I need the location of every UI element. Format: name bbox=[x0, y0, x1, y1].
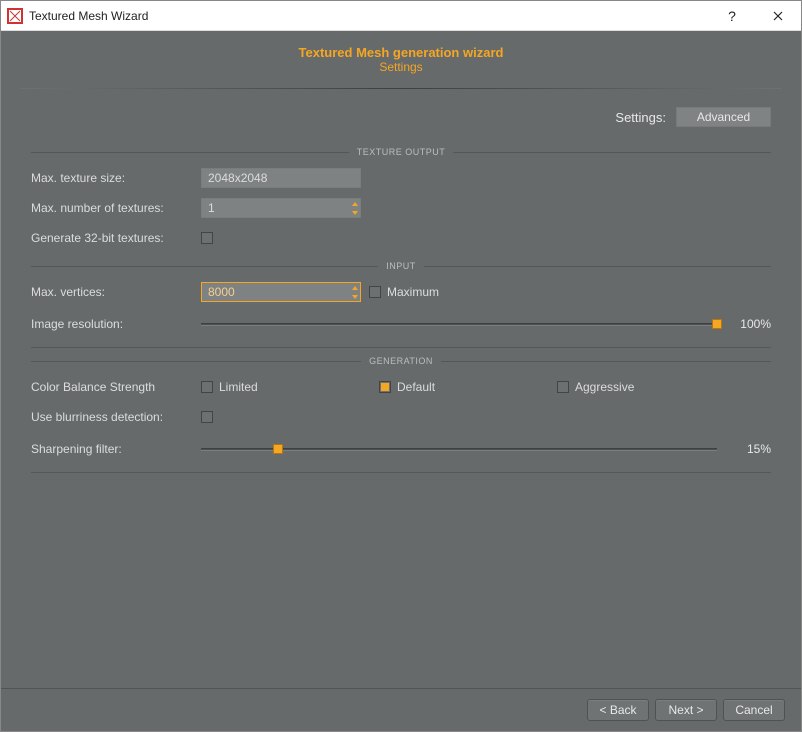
label-gen-32bit: Generate 32-bit textures: bbox=[31, 231, 201, 245]
titlebar: Textured Mesh Wizard ? bbox=[1, 1, 801, 31]
section-generation: GENERATION Color Balance Strength Limite… bbox=[31, 356, 771, 473]
option-aggressive[interactable]: Aggressive bbox=[557, 380, 727, 394]
section-texture-output: TEXTURE OUTPUT Max. texture size: 2048x2… bbox=[31, 147, 771, 253]
label-image-resolution: Image resolution: bbox=[31, 317, 201, 331]
slider-handle[interactable] bbox=[712, 319, 722, 329]
page-header: Textured Mesh generation wizard Settings bbox=[1, 31, 801, 82]
page-title: Textured Mesh generation wizard bbox=[1, 45, 801, 60]
section-header: INPUT bbox=[31, 261, 771, 271]
help-button[interactable]: ? bbox=[709, 1, 755, 31]
settings-mode-row: Settings: Advanced bbox=[31, 89, 771, 139]
label-color-balance: Color Balance Strength bbox=[31, 380, 201, 394]
section-title-text: INPUT bbox=[386, 261, 416, 271]
close-button[interactable] bbox=[755, 1, 801, 31]
checkbox-maximum[interactable] bbox=[369, 286, 381, 298]
spinner-arrows[interactable] bbox=[349, 198, 361, 218]
row-image-resolution: Image resolution: 100% bbox=[31, 307, 771, 341]
section-input: INPUT Max. vertices: 8000 bbox=[31, 261, 771, 348]
settings-mode-value: Advanced bbox=[697, 110, 750, 124]
client-area: Textured Mesh generation wizard Settings… bbox=[1, 31, 801, 731]
spinner-max-vertices[interactable]: 8000 bbox=[201, 282, 361, 302]
section-title-text: TEXTURE OUTPUT bbox=[357, 147, 446, 157]
settings-mode-dropdown[interactable]: Advanced bbox=[676, 107, 771, 127]
next-button[interactable]: Next > bbox=[655, 699, 717, 721]
label-maximum: Maximum bbox=[387, 285, 439, 299]
row-blurriness: Use blurriness detection: bbox=[31, 402, 771, 432]
form-body: Settings: Advanced TEXTURE OUTPUT Max. t… bbox=[1, 89, 801, 688]
checkbox-gen-32bit[interactable] bbox=[201, 232, 213, 244]
label-blurriness: Use blurriness detection: bbox=[31, 410, 201, 424]
slider-handle[interactable] bbox=[273, 444, 283, 454]
checkbox-icon bbox=[201, 381, 213, 393]
label-sharpening: Sharpening filter: bbox=[31, 442, 201, 456]
settings-label: Settings: bbox=[615, 110, 666, 125]
app-icon bbox=[7, 8, 23, 24]
row-max-textures: Max. number of textures: 1 bbox=[31, 193, 771, 223]
page-subtitle: Settings bbox=[1, 60, 801, 74]
value-sharpening: 15% bbox=[717, 442, 771, 456]
section-header: GENERATION bbox=[31, 356, 771, 366]
checkbox-icon bbox=[557, 381, 569, 393]
spinner-max-textures[interactable]: 1 bbox=[201, 198, 361, 218]
footer: < Back Next > Cancel bbox=[1, 688, 801, 731]
back-button[interactable]: < Back bbox=[587, 699, 649, 721]
row-sharpening: Sharpening filter: 15% bbox=[31, 432, 771, 466]
slider-sharpening[interactable] bbox=[201, 441, 717, 457]
input-max-texture-size[interactable]: 2048x2048 bbox=[201, 168, 361, 188]
row-max-texture-size: Max. texture size: 2048x2048 bbox=[31, 163, 771, 193]
spinner-arrows[interactable] bbox=[349, 282, 361, 302]
label-max-texture-size: Max. texture size: bbox=[31, 171, 201, 185]
window-title: Textured Mesh Wizard bbox=[29, 9, 709, 23]
checkbox-icon bbox=[379, 381, 391, 393]
label-max-vertices: Max. vertices: bbox=[31, 285, 201, 299]
cancel-button[interactable]: Cancel bbox=[723, 699, 785, 721]
row-color-balance: Color Balance Strength Limited Default bbox=[31, 372, 771, 402]
label-max-textures: Max. number of textures: bbox=[31, 201, 201, 215]
section-title-text: GENERATION bbox=[369, 356, 433, 366]
wizard-window: Textured Mesh Wizard ? Textured Mesh gen… bbox=[0, 0, 802, 732]
row-max-vertices: Max. vertices: 8000 Maximum bbox=[31, 277, 771, 307]
option-limited[interactable]: Limited bbox=[201, 380, 371, 394]
section-header: TEXTURE OUTPUT bbox=[31, 147, 771, 157]
option-default[interactable]: Default bbox=[379, 380, 549, 394]
checkbox-blurriness[interactable] bbox=[201, 411, 213, 423]
row-gen-32bit: Generate 32-bit textures: bbox=[31, 223, 771, 253]
slider-image-resolution[interactable] bbox=[201, 316, 717, 332]
value-image-resolution: 100% bbox=[717, 317, 771, 331]
